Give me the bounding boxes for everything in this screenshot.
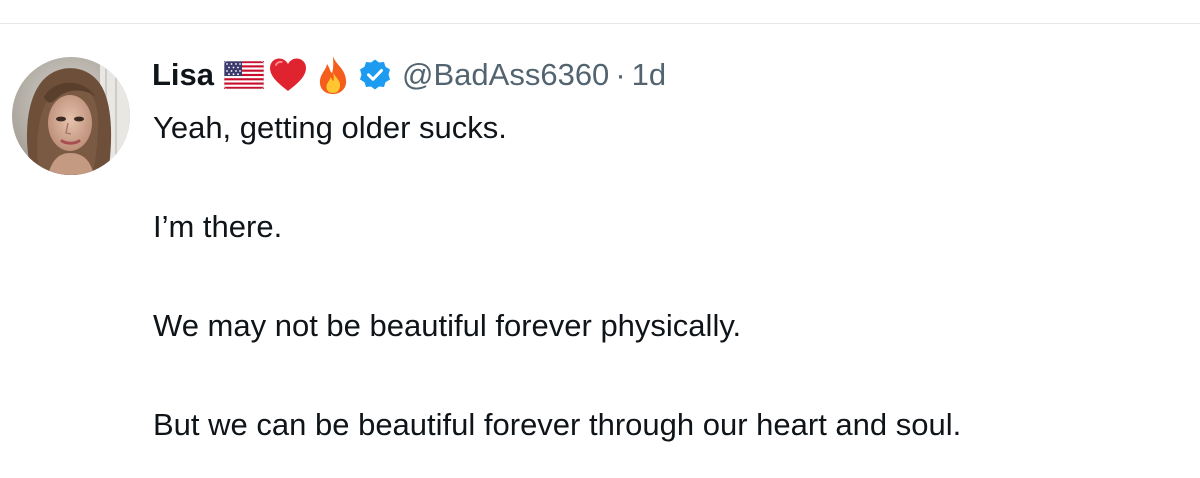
tweet-paragraph: I’m there. — [153, 209, 283, 244]
red-heart-icon — [268, 57, 308, 93]
separator-dot: · — [615, 57, 626, 92]
top-divider — [0, 23, 1200, 24]
tweet-header: Lisa @BadAss6360 · 1d — [152, 52, 666, 98]
author-display-name[interactable]: Lisa — [152, 57, 214, 93]
tweet-paragraph: Yeah, getting older sucks. — [153, 110, 507, 145]
tweet-timestamp[interactable]: 1d — [632, 57, 666, 93]
verified-badge-icon[interactable] — [358, 58, 392, 92]
fire-icon — [316, 55, 350, 95]
avatar[interactable] — [12, 57, 130, 175]
author-handle[interactable]: @BadAss6360 — [402, 57, 609, 93]
avatar-image — [12, 57, 130, 175]
tweet-paragraph: We may not be beautiful forever physical… — [153, 308, 742, 343]
tweet-paragraph: But we can be beautiful forever through … — [153, 407, 962, 442]
tweet-text: Yeah, getting older sucks. I’m there. We… — [153, 108, 1183, 445]
flag-usa-icon — [223, 60, 265, 90]
